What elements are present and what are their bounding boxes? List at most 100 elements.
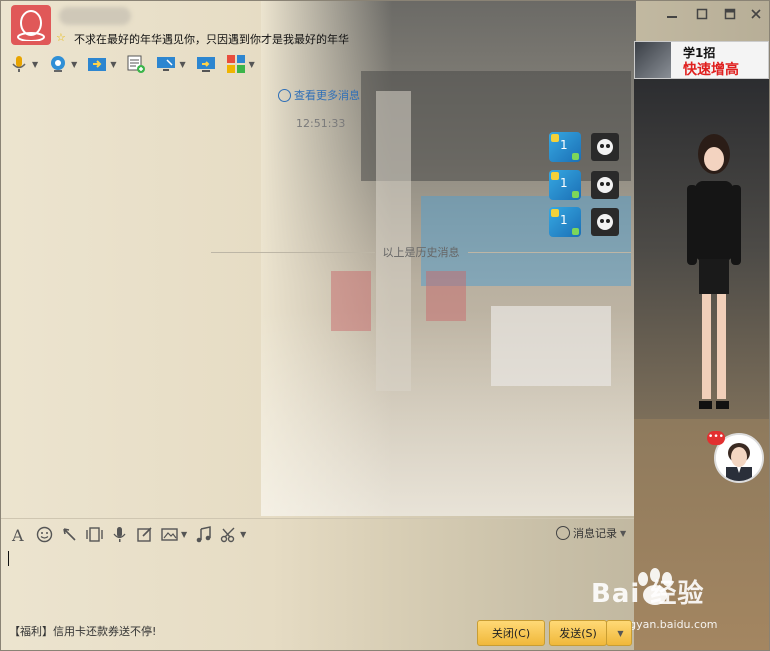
chevron-down-icon: ▼ (71, 59, 78, 69)
view-more-label: 查看更多消息 (294, 89, 360, 102)
send-button[interactable]: 发送(S) (549, 620, 607, 646)
monitor-icon (157, 57, 176, 71)
maximize-button[interactable] (691, 5, 713, 23)
poke-button[interactable] (61, 526, 78, 543)
message-row: 1 (549, 132, 619, 162)
restore-button[interactable] (719, 5, 741, 23)
maximize-icon (696, 8, 708, 20)
emoji-button[interactable] (36, 526, 53, 543)
background-chair (426, 271, 466, 321)
history-divider: 以上是历史消息 (211, 244, 631, 260)
chevron-down-icon: ▼ (620, 528, 627, 538)
chevron-down-icon: ▼ (248, 59, 255, 69)
chat-toolbar: ▼ ▼ ▼ ▼ ▼ (9, 51, 265, 77)
star-icon: ☆ (56, 31, 66, 44)
sticker-message[interactable]: 1 (549, 170, 581, 200)
clock-icon (278, 88, 291, 102)
share-screen-button[interactable] (196, 52, 216, 76)
poke-icon (63, 527, 76, 541)
music-button[interactable] (195, 525, 212, 543)
folder-send-icon (88, 58, 107, 71)
divider-line (467, 251, 631, 253)
sticker-message[interactable]: 1 (549, 132, 581, 162)
sender-avatar[interactable] (591, 208, 619, 236)
ad-image (635, 42, 671, 78)
minimize-icon (667, 16, 677, 18)
promo-link[interactable]: 【福利】信用卡还款券送不停! (9, 623, 156, 639)
notification-badge: ••• (707, 431, 725, 445)
emoji-icon (36, 526, 53, 542)
text-input-cursor[interactable] (8, 551, 9, 566)
remote-desktop-button[interactable]: ▼ (156, 52, 186, 76)
contact-avatar[interactable] (11, 5, 51, 45)
voice-call-button[interactable]: ▼ (9, 52, 38, 76)
voice-msg-icon (113, 526, 126, 542)
doodle-button[interactable] (136, 526, 153, 543)
contact-nickname (59, 7, 131, 25)
chevron-down-icon: ▼ (240, 529, 247, 539)
input-divider (1, 518, 634, 519)
mic-icon (12, 56, 26, 72)
create-group-button[interactable] (126, 52, 146, 76)
show-panel (634, 79, 769, 650)
message-history-label: 消息记录 (573, 527, 617, 540)
restore-icon (724, 8, 736, 20)
screenshot-button[interactable] (86, 526, 103, 543)
apps-grid-icon (226, 55, 245, 73)
sticker-value: 1 (560, 138, 568, 152)
divider-line (211, 251, 375, 253)
image-icon (161, 527, 178, 541)
background-chair (331, 271, 371, 331)
screenshot-icon (86, 526, 103, 542)
history-label: 以上是历史消息 (382, 246, 460, 259)
chevron-down-icon: ▼ (32, 59, 39, 69)
advertisement-banner[interactable]: 学1招 快速增高 (634, 41, 769, 79)
ad-tagline: 快速增高 (683, 62, 739, 78)
close-chat-label: 关闭(C) (491, 627, 531, 640)
sticker-value: 1 (560, 213, 568, 227)
font-button[interactable]: A (11, 526, 28, 543)
chevron-down-icon: ▼ (110, 59, 117, 69)
svg-text:A: A (11, 526, 24, 543)
doodle-icon (137, 526, 152, 542)
chat-window: ☆ 不求在最好的年华遇见你，只因遇到你才是我最好的年华 ▼ ▼ ▼ ▼ ▼ 学1… (0, 0, 770, 651)
close-icon (751, 9, 761, 19)
image-button[interactable]: ▼ (161, 526, 187, 543)
watermark-text: Bai 经验 (591, 579, 705, 609)
chevron-down-icon: ▼ (617, 628, 624, 638)
close-chat-button[interactable]: 关闭(C) (477, 620, 545, 646)
send-label: 发送(S) (559, 627, 597, 640)
sender-avatar[interactable] (591, 133, 619, 161)
sticker-value: 1 (560, 176, 568, 190)
chevron-down-icon: ▼ (179, 59, 186, 69)
send-options-button[interactable]: ▼ (606, 620, 632, 646)
screen-share-icon (196, 57, 215, 72)
video-call-button[interactable]: ▼ (48, 52, 77, 76)
view-more-messages-link[interactable]: 查看更多消息 (278, 87, 360, 103)
penguin-avatar-icon (17, 10, 45, 41)
close-window-button[interactable] (745, 5, 767, 23)
sender-avatar[interactable] (591, 171, 619, 199)
sticker-message[interactable]: 1 (549, 207, 581, 237)
music-icon (196, 525, 211, 542)
scissors-button[interactable]: ▼ (220, 526, 246, 543)
input-toolbar: A ▼ ▼ (11, 523, 254, 545)
background-desk (491, 306, 611, 386)
avatar-show-figure (687, 134, 741, 409)
chat-add-icon (127, 55, 146, 73)
apps-button[interactable]: ▼ (226, 52, 255, 76)
camera-icon (51, 56, 66, 72)
font-icon: A (11, 526, 24, 543)
chevron-down-icon: ▼ (181, 529, 188, 539)
message-timestamp: 12:51:33 (296, 117, 346, 130)
voice-message-button[interactable] (111, 526, 128, 543)
minimize-button[interactable] (661, 5, 683, 23)
clock-icon (556, 526, 570, 540)
contact-signature: 不求在最好的年华遇见你，只因遇到你才是我最好的年华 (74, 33, 349, 46)
scissors-icon (220, 527, 235, 542)
message-row: 1 (549, 170, 619, 200)
message-row: 1 (549, 207, 619, 237)
send-file-button[interactable]: ▼ (87, 52, 116, 76)
message-history-button[interactable]: 消息记录 ▼ (556, 525, 626, 541)
background-pillar (376, 91, 411, 391)
